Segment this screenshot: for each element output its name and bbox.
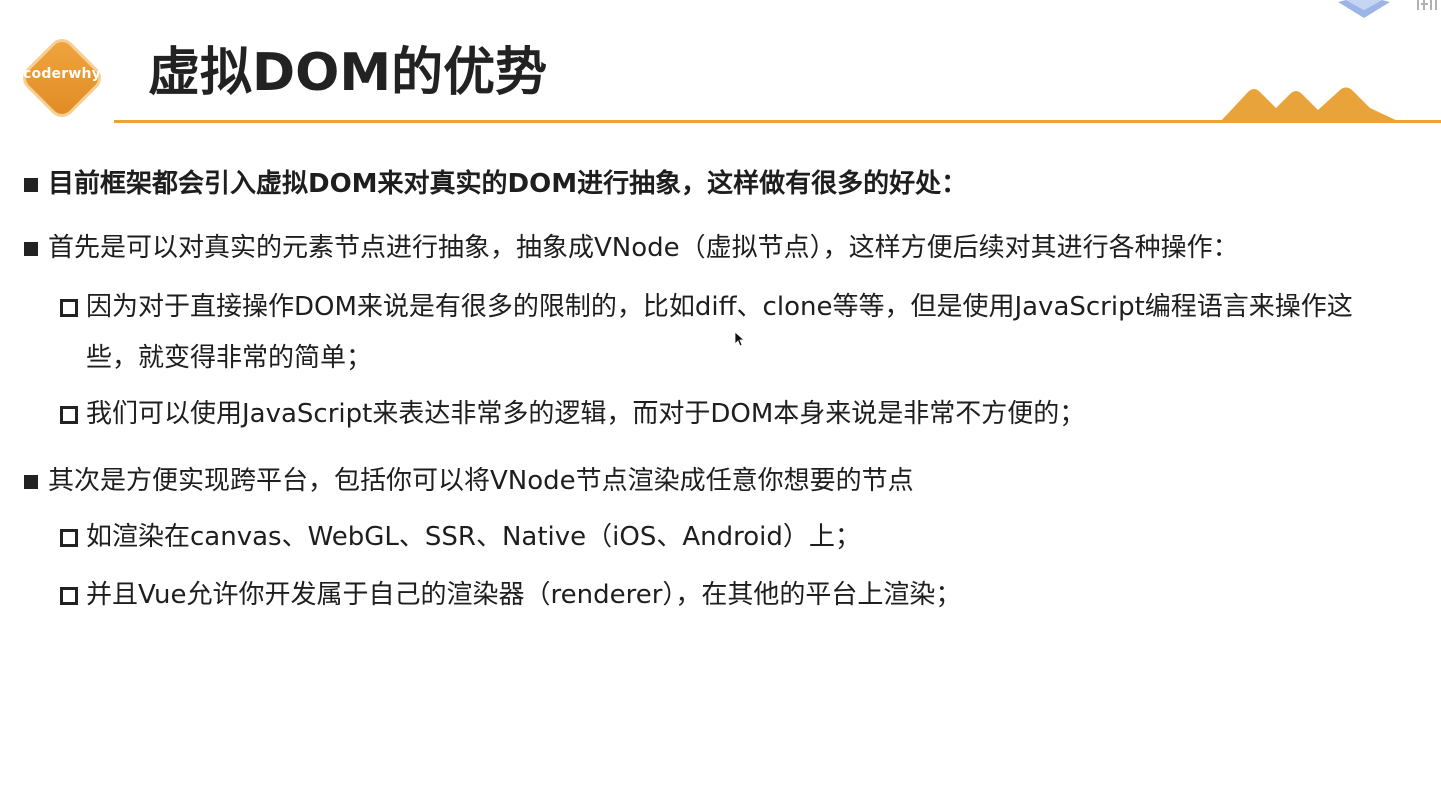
coderwhy-logo: coderwhy (14, 30, 110, 126)
hollow-square-bullet-icon (60, 406, 78, 424)
filled-square-bullet-icon (24, 242, 38, 256)
bullet-item: 首先是可以对真实的元素节点进行抽象，抽象成VNode（虚拟节点），这样方便后续对… (48, 233, 1239, 263)
bullet-item: 其次是方便实现跨平台，包括你可以将VNode节点渲染成任意你想要的节点 (48, 466, 914, 496)
hollow-square-bullet-icon (60, 529, 78, 547)
sub-bullet-item: 因为对于直接操作DOM来说是有很多的限制的，比如diff、clone等等，但是使… (86, 292, 1353, 322)
sub-bullet-item: 如渲染在canvas、WebGL、SSR、Native（iOS、Android）… (86, 522, 861, 552)
filled-square-bullet-icon (24, 178, 38, 192)
mountains-decoration-icon (1220, 87, 1400, 122)
slide-title: 虚拟DOM的优势 (148, 43, 548, 103)
hollow-square-bullet-icon (60, 587, 78, 605)
mouse-cursor-icon (734, 331, 746, 347)
slide: coderwhy 虚拟DOM的优势 目前框架都会引入虚拟DOM来对真实的DOM进… (0, 0, 1441, 787)
logo-text: coderwhy (23, 66, 101, 82)
bullet-item: 目前框架都会引入虚拟DOM来对真实的DOM进行抽象，这样做有很多的好处： (48, 169, 968, 199)
sub-bullet-continuation: 些，就变得非常的简单； (86, 343, 373, 373)
hollow-square-bullet-icon (60, 299, 78, 317)
corner-text-fragment-icon (1417, 0, 1437, 10)
corner-app-icon (1338, 0, 1390, 18)
filled-square-bullet-icon (24, 475, 38, 489)
sub-bullet-item: 我们可以使用JavaScript来表达非常多的逻辑，而对于DOM本身来说是非常不… (86, 399, 1086, 429)
sub-bullet-item: 并且Vue允许你开发属于自己的渲染器（renderer），在其他的平台上渲染； (86, 580, 962, 610)
